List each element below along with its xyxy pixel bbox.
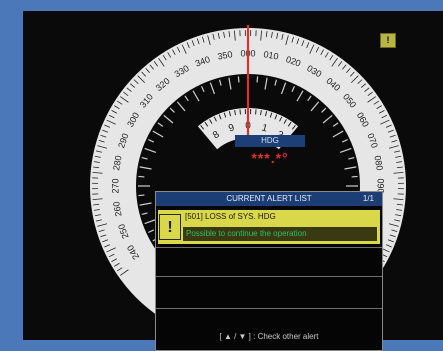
precision-tick — [256, 109, 257, 114]
hdg-value: ***.*° — [240, 150, 300, 166]
compass-inner-tick — [352, 176, 358, 177]
alert-item[interactable]: ! [501] LOSS of SYS. HDG Possible to con… — [158, 210, 380, 244]
compass-inner-tick — [238, 76, 239, 82]
alert-item-action: Possible to continue the operation — [183, 227, 377, 241]
warning-icon: ! — [159, 214, 181, 240]
compass-inner-tick — [257, 76, 258, 82]
alert-list-panel: CURRENT ALERT LIST 1/1 ! [501] LOSS of S… — [155, 191, 383, 351]
alert-page-counter: 1/1 — [363, 192, 374, 206]
compass-inner-tick — [138, 176, 144, 177]
row-divider — [156, 308, 382, 309]
hdg-label: HDG — [235, 135, 305, 147]
alert-indicator-icon[interactable]: ! — [380, 33, 396, 48]
row-divider — [156, 276, 382, 277]
compass-label: 270 — [110, 178, 120, 193]
alert-list-header: CURRENT ALERT LIST 1/1 — [156, 192, 382, 206]
compass-inner-tick — [138, 195, 144, 196]
row-divider — [156, 247, 382, 248]
alert-list-title: CURRENT ALERT LIST — [156, 192, 382, 206]
alert-item-text: [501] LOSS of SYS. HDG — [185, 212, 276, 221]
display-screen: 2402502602702802903003103203303403500000… — [23, 11, 443, 340]
precision-tick — [240, 109, 241, 114]
